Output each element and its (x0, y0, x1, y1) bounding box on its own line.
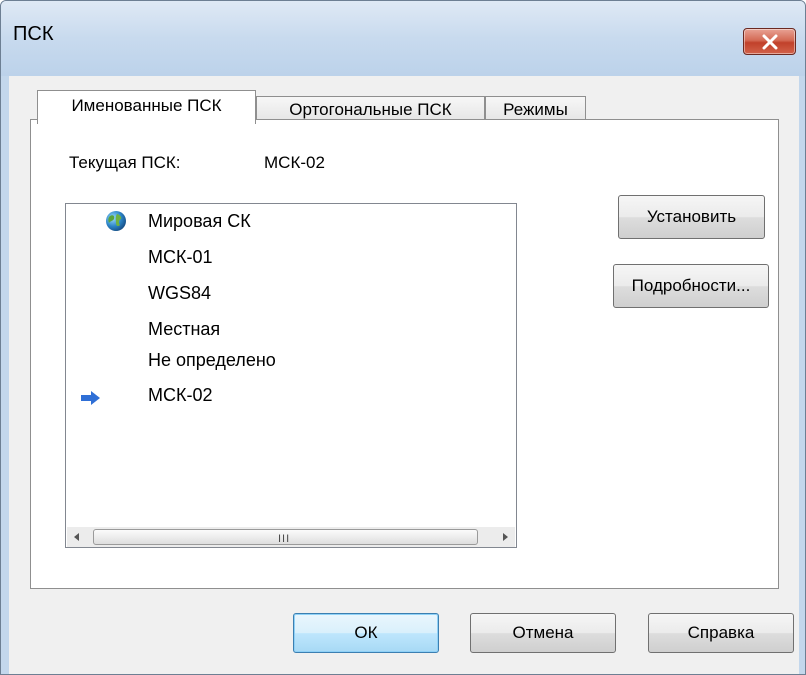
title-bar[interactable]: ПСК (1, 1, 805, 76)
scroll-grip: III (278, 533, 291, 545)
list-item[interactable]: МСК-01 (148, 243, 213, 271)
window-title: ПСК (13, 23, 54, 45)
scroll-thumb[interactable]: III (93, 529, 478, 545)
list-item[interactable]: WGS84 (148, 279, 211, 307)
details-button[interactable]: Подробности... (613, 264, 769, 308)
scroll-left-icon (74, 533, 79, 541)
close-button[interactable] (743, 28, 796, 55)
scroll-left-button[interactable] (67, 527, 87, 547)
help-button[interactable]: Справка (648, 613, 794, 653)
horizontal-scrollbar[interactable]: III (67, 527, 515, 547)
globe-icon (106, 211, 126, 231)
current-ucs-label: Текущая ПСК: (69, 153, 181, 172)
scroll-right-button[interactable] (495, 527, 515, 547)
list-item[interactable]: Мировая СК (148, 207, 251, 235)
ok-button[interactable]: ОК (293, 613, 439, 653)
list-item[interactable]: Не определено (148, 346, 276, 374)
arrow-right-icon (81, 391, 100, 405)
list-item-current[interactable]: МСК-02 (148, 381, 213, 409)
scroll-right-icon (503, 533, 508, 541)
ucs-list[interactable]: Мировая СК МСК-01 WGS84 Местная Не опред… (65, 203, 517, 548)
list-item[interactable]: Местная (148, 315, 220, 343)
current-ucs-value: МСК-02 (264, 153, 325, 172)
tab-named-ucs[interactable]: Именованные ПСК (37, 90, 256, 124)
set-button[interactable]: Установить (618, 195, 765, 239)
close-icon (762, 34, 778, 50)
cancel-button[interactable]: Отмена (470, 613, 616, 653)
